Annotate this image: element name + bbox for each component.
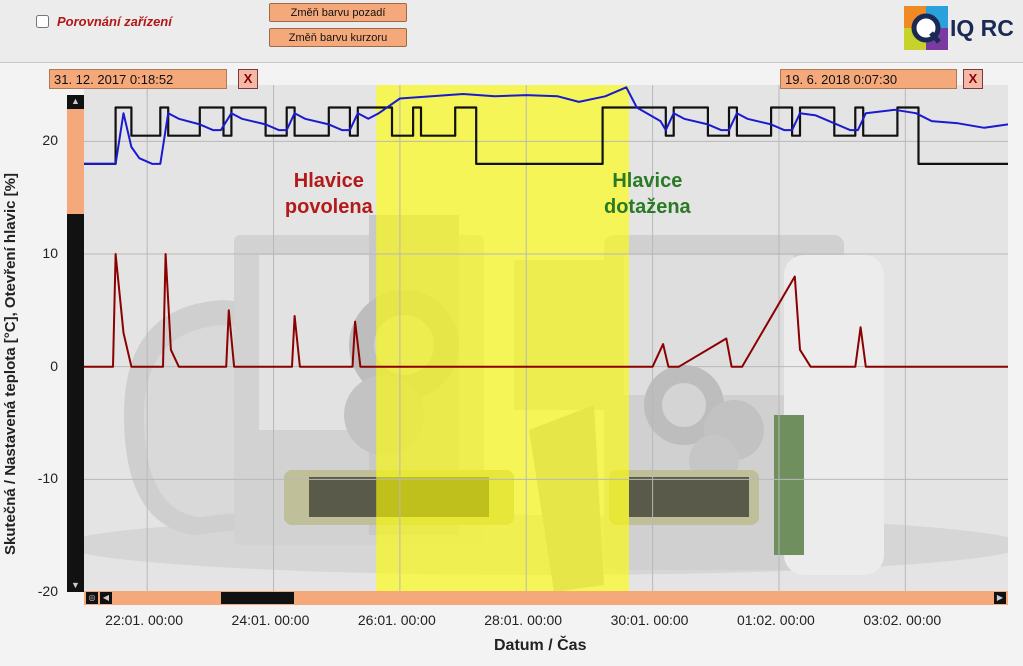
y-tick-label: -20 [37,583,58,599]
scroll-right-icon[interactable]: ▶ [994,592,1006,604]
left-cursor-date[interactable]: 31. 12. 2017 0:18:52 [49,69,227,89]
vertical-scroll-thumb[interactable] [67,109,84,214]
y-axis-label: Skutečná / Nastavená teplota [°C], Otevř… [2,173,19,555]
scroll-up-icon[interactable]: ▲ [67,95,84,108]
vertical-scrollbar[interactable]: ▲ ▼ [67,95,84,592]
right-cursor-close-button[interactable]: X [963,69,983,89]
plot-area[interactable]: Hlavice povolena Hlavice dotažena [84,85,1008,592]
compare-devices-label: Porovnání zařízení [57,14,172,29]
zoom-reset-icon[interactable]: ◎ [86,592,98,604]
change-cursor-color-button[interactable]: Změň barvu kurzoru [269,28,407,47]
scroll-down-icon[interactable]: ▼ [67,579,84,592]
right-cursor-date[interactable]: 19. 6. 2018 0:07:30 [780,69,957,89]
x-tick-label: 22:01. 00:00 [105,612,184,628]
scroll-left-icon[interactable]: ◀ [100,592,112,604]
toolbar: Porovnání zařízení Změň barvu pozadí Změ… [0,0,1023,63]
x-tick-label: 28:01. 00:00 [484,612,563,628]
iq-rc-logo: IQ RC [900,2,1023,52]
annotation-line: povolena [284,196,373,219]
highlight-band [376,85,629,592]
annotation-line: dotažena [604,196,691,219]
y-tick-label: -10 [37,470,58,487]
x-tick-label: 30:01. 00:00 [610,612,689,628]
y-tick-label: 0 [50,357,58,374]
horizontal-scrollbar[interactable]: ◎ ◀ ▶ [84,591,1008,605]
change-background-color-button[interactable]: Změň barvu pozadí [269,3,407,22]
annotation-line: Hlavice [293,170,364,193]
left-cursor-close-button[interactable]: X [238,69,258,89]
horizontal-scroll-thumb[interactable] [221,592,294,604]
compare-devices-checkbox[interactable]: Porovnání zařízení [36,14,172,29]
y-tick-label: 10 [42,245,58,261]
x-axis-label: Datum / Čas [494,637,587,654]
x-tick-label: 03:02. 00:00 [863,612,942,628]
annotation-line: Hlavice [612,170,683,193]
y-tick-label: 20 [42,132,58,149]
annotation-2: Hlavice dotažena [587,168,707,220]
x-tick-label: 24:01. 00:00 [231,612,310,628]
x-tick-label: 26:01. 00:00 [357,612,436,628]
compare-checkbox-box[interactable] [36,15,49,28]
logo-text: IQ RC [950,15,1014,41]
x-tick-label: 01:02. 00:00 [736,612,815,628]
logo-q-icon [904,6,948,50]
annotation-1: Hlavice povolena [269,168,389,220]
chart-canvas [84,85,1008,592]
